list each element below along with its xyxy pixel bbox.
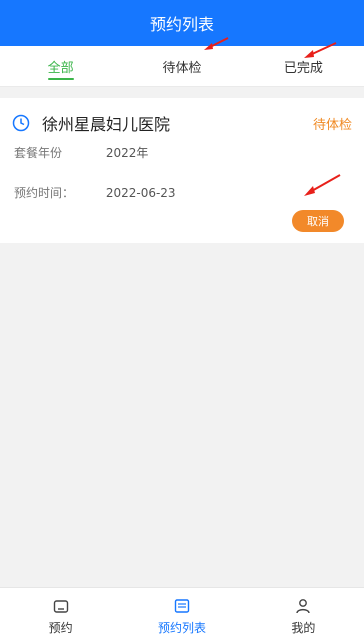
nav-item-appointment-list[interactable]: 预约列表 bbox=[121, 588, 242, 644]
hospital-name: 徐州星晨妇儿医院 bbox=[42, 115, 171, 134]
list-icon bbox=[174, 598, 190, 613]
field-value: 2022-06-23 bbox=[105, 186, 176, 200]
package-year-row: 套餐年份 2022年 bbox=[14, 144, 148, 161]
tab-all[interactable]: 全部 bbox=[0, 46, 121, 86]
nav-item-profile[interactable]: 我的 bbox=[243, 588, 364, 644]
field-value: 2022年 bbox=[105, 146, 149, 160]
tab-completed[interactable]: 已完成 bbox=[243, 46, 364, 86]
appointment-card[interactable]: 徐州星晨妇儿医院 待体检 套餐年份 2022年 预约时间： 2022-06-23… bbox=[0, 98, 364, 243]
clock-icon bbox=[12, 114, 30, 132]
bottom-nav: 预约 预约列表 我的 bbox=[0, 587, 364, 644]
cancel-button[interactable]: 取消 bbox=[292, 210, 344, 232]
tab-label: 已完成 bbox=[283, 60, 323, 76]
tab-pending[interactable]: 待体检 bbox=[121, 46, 242, 86]
nav-label: 预约 bbox=[48, 620, 73, 635]
status-badge: 待体检 bbox=[312, 117, 352, 133]
user-icon bbox=[296, 598, 311, 613]
field-label: 套餐年份 bbox=[14, 146, 63, 160]
tab-label: 全部 bbox=[47, 60, 74, 76]
page-title: 预约列表 bbox=[149, 15, 214, 34]
status-tabs: 全部 待体检 已完成 bbox=[0, 46, 364, 87]
tab-label: 待体检 bbox=[162, 60, 202, 76]
home-icon bbox=[53, 599, 68, 613]
nav-label: 我的 bbox=[291, 620, 316, 635]
field-label: 预约时间： bbox=[14, 186, 75, 200]
tab-active-indicator bbox=[47, 78, 74, 80]
nav-item-appointment[interactable]: 预约 bbox=[0, 588, 121, 644]
appointment-time-row: 预约时间： 2022-06-23 bbox=[14, 184, 176, 201]
app-header: 预约列表 bbox=[0, 0, 364, 46]
nav-label: 预约列表 bbox=[157, 620, 206, 635]
annotation-arrow-icon bbox=[304, 174, 341, 196]
